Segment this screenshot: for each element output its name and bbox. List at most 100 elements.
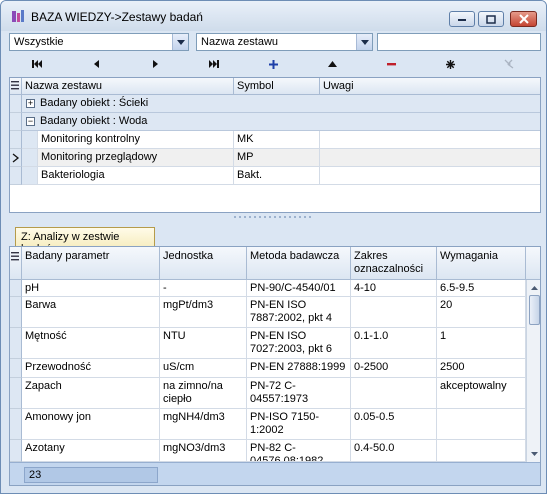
row-selector[interactable] [10, 167, 22, 185]
table-cell-name[interactable]: Monitoring przeglądowy [38, 149, 234, 167]
table-cell-symbol[interactable]: MP [234, 149, 320, 167]
row-selector[interactable] [10, 113, 22, 131]
table-cell-range[interactable]: 0.05-0.5 [351, 409, 437, 440]
table-cell-parameter[interactable]: Barwa [22, 297, 160, 328]
close-button[interactable] [510, 11, 537, 27]
column-header-range[interactable]: Zakres oznaczalności [351, 247, 437, 280]
row-selector[interactable] [10, 95, 22, 113]
previous-record-button[interactable] [81, 54, 111, 74]
header-filler [526, 247, 540, 280]
table-cell-unit[interactable]: mgPt/dm3 [160, 297, 247, 328]
table-cell-range[interactable] [351, 297, 437, 328]
column-header-notes[interactable]: Uwagi [320, 78, 540, 95]
row-selector[interactable] [10, 409, 22, 440]
disabled-action-button[interactable] [494, 54, 524, 74]
table-cell-notes[interactable] [320, 131, 540, 149]
indent-cell [22, 167, 38, 185]
table-cell-method[interactable]: PN-72 C-04557:1973 [247, 378, 351, 409]
table-cell-name[interactable]: Bakteriologia [38, 167, 234, 185]
table-cell-range[interactable]: 0-2500 [351, 359, 437, 378]
add-record-button[interactable] [258, 54, 288, 74]
table-cell-method[interactable]: PN-ISO 7150-1:2002 [247, 409, 351, 440]
row-selector[interactable] [10, 328, 22, 359]
table-cell-range[interactable]: 0.1-1.0 [351, 328, 437, 359]
delete-record-button[interactable] [376, 54, 406, 74]
table-cell-parameter[interactable]: pH [22, 280, 160, 297]
maximize-button[interactable] [478, 11, 504, 27]
table-cell-symbol[interactable]: Bakt. [234, 167, 320, 185]
grid-menu-icon[interactable] [10, 247, 22, 280]
table-cell-requirements[interactable] [437, 409, 526, 440]
table-cell-parameter[interactable]: Zapach [22, 378, 160, 409]
edit-record-button[interactable] [317, 54, 347, 74]
table-cell-parameter[interactable]: Mętność [22, 328, 160, 359]
table-cell-range[interactable]: 4-10 [351, 280, 437, 297]
column-header-parameter[interactable]: Badany parametr [22, 247, 160, 280]
table-cell-parameter[interactable]: Azotany [22, 440, 160, 462]
table-cell-unit[interactable]: NTU [160, 328, 247, 359]
scrollbar-thumb[interactable] [529, 295, 540, 325]
table-cell-unit[interactable]: - [160, 280, 247, 297]
row-selector[interactable] [10, 297, 22, 328]
first-record-button[interactable] [22, 54, 52, 74]
chevron-down-icon[interactable] [172, 34, 188, 50]
row-selector[interactable] [10, 280, 22, 297]
column-header-unit[interactable]: Jednostka [160, 247, 247, 280]
table-cell-requirements[interactable]: 6.5-9.5 [437, 280, 526, 297]
grid-menu-icon[interactable] [10, 78, 22, 95]
vertical-scrollbar[interactable] [526, 280, 541, 462]
table-cell-method[interactable]: PN-90/C-4540/01 [247, 280, 351, 297]
row-selector[interactable] [10, 359, 22, 378]
table-cell-method[interactable]: PN-82 C-04576.08:1982 [247, 440, 351, 462]
group-row[interactable]: − Badany obiekt : Woda [22, 113, 540, 131]
table-cell-requirements[interactable]: 2500 [437, 359, 526, 378]
analyses-grid: Badany parametr Jednostka Metoda badawcz… [9, 246, 541, 486]
table-cell-requirements[interactable]: 1 [437, 328, 526, 359]
column-header-requirements[interactable]: Wymagania [437, 247, 526, 280]
table-cell-method[interactable]: PN-EN 27888:1999 [247, 359, 351, 378]
table-cell-symbol[interactable]: MK [234, 131, 320, 149]
minimize-button[interactable] [449, 11, 475, 27]
collapse-minus-icon[interactable]: − [26, 117, 35, 126]
table-cell-unit[interactable]: uS/cm [160, 359, 247, 378]
scroll-up-arrow-icon[interactable] [528, 283, 541, 293]
tab-analyses[interactable]: Z: Analizy w zestwie badań [15, 227, 155, 255]
table-cell-unit[interactable]: na zimno/na ciepło [160, 378, 247, 409]
last-record-button[interactable] [199, 54, 229, 74]
table-cell-requirements[interactable]: akceptowalny [437, 378, 526, 409]
group-row[interactable]: + Badany obiekt : Ścieki [22, 95, 540, 113]
next-record-button[interactable] [140, 54, 170, 74]
table-cell-range[interactable]: 0.4-50.0 [351, 440, 437, 462]
panel-splitter[interactable] [1, 213, 546, 221]
table-cell-method[interactable]: PN-EN ISO 7887:2002, pkt 4 [247, 297, 351, 328]
scroll-down-arrow-icon[interactable] [528, 449, 541, 459]
row-selector[interactable] [10, 440, 22, 462]
table-cell-parameter[interactable]: Amonowy jon [22, 409, 160, 440]
table-cell-requirements[interactable] [437, 440, 526, 462]
field-select[interactable]: Nazwa zestawu [196, 33, 373, 51]
table-cell-name[interactable]: Monitoring kontrolny [38, 131, 234, 149]
column-header-name[interactable]: Nazwa zestawu [22, 78, 234, 95]
row-selector-current[interactable] [10, 149, 22, 167]
search-input[interactable] [377, 33, 541, 51]
current-row-arrow-icon [12, 153, 20, 163]
table-cell-requirements[interactable]: 20 [437, 297, 526, 328]
table-cell-unit[interactable]: mgNH4/dm3 [160, 409, 247, 440]
chevron-down-icon[interactable] [356, 34, 372, 50]
table-cell-notes[interactable] [320, 167, 540, 185]
refresh-button[interactable] [435, 54, 465, 74]
table-cell-unit[interactable]: mgNO3/dm3 [160, 440, 247, 462]
column-header-symbol[interactable]: Symbol [234, 78, 320, 95]
previous-icon [93, 60, 99, 68]
row-selector[interactable] [10, 378, 22, 409]
record-count: 23 [24, 467, 158, 483]
table-cell-notes[interactable] [320, 149, 540, 167]
table-cell-parameter[interactable]: Przewodność [22, 359, 160, 378]
table-cell-method[interactable]: PN-EN ISO 7027:2003, pkt 6 [247, 328, 351, 359]
category-select[interactable]: Wszystkie [9, 33, 189, 51]
table-cell-range[interactable] [351, 378, 437, 409]
last-record-icon [209, 60, 219, 68]
row-selector[interactable] [10, 131, 22, 149]
expand-plus-icon[interactable]: + [26, 99, 35, 108]
column-header-method[interactable]: Metoda badawcza [247, 247, 351, 280]
